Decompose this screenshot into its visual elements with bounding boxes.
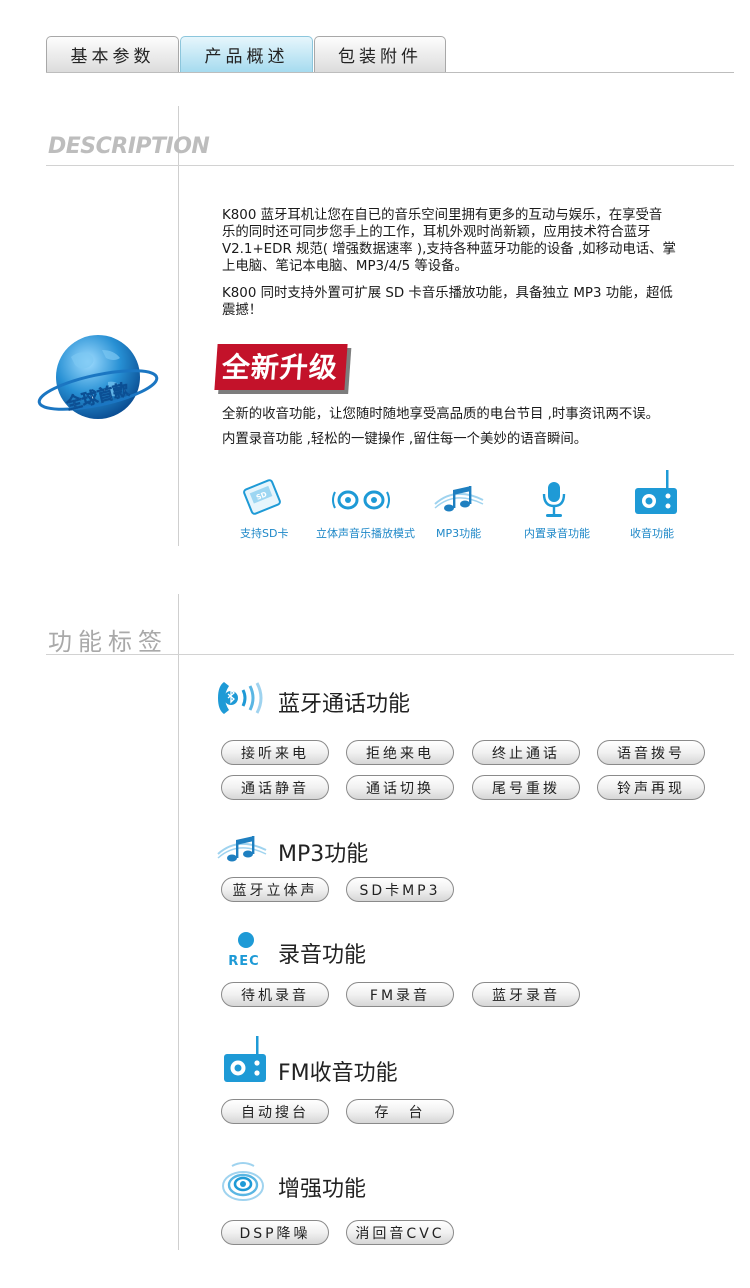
tag-call-switch: 通话切换	[346, 775, 454, 800]
radio-icon	[224, 1036, 266, 1082]
rec-icon-text: REC	[228, 954, 259, 969]
section-title-fm-radio: FM收音功能	[278, 1061, 398, 1086]
feature-recording-label: 内置录音功能	[524, 527, 590, 540]
tag-standby-record: 待机录音	[221, 982, 329, 1007]
upgrade-line-radio: 全新的收音功能，让您随时随地享受高品质的电台节目 ,时事资讯两不误。	[222, 407, 660, 422]
intro-line: 上电脑、笔记本电脑、MP3/4/5 等设备。	[222, 259, 468, 274]
tag-end-call: 终止通话	[472, 740, 580, 765]
music-notes-icon	[217, 836, 267, 862]
tag-bluetooth-stereo: 蓝牙立体声	[221, 877, 329, 902]
tab-basic-params[interactable]: 基本参数	[46, 36, 179, 72]
upgrade-banner: 全新升级	[214, 344, 348, 390]
tab-product-overview[interactable]: 产品概述	[180, 36, 313, 72]
globe-badge: 全球首款	[36, 332, 160, 426]
sound-wave-icon	[222, 1162, 264, 1201]
tag-fm-record: FM录音	[346, 982, 454, 1007]
section-title-enhancement: 增强功能	[278, 1177, 367, 1202]
sd-paragraph: K800 同时支持外置可扩展 SD 卡音乐播放功能，具备独立 MP3 功能，超低…	[222, 285, 722, 319]
tag-echo-cancellation-cvc: 消回音CVC	[346, 1220, 454, 1245]
sd-line: 震撼！	[222, 303, 263, 318]
sd-card-icon: SD	[243, 479, 281, 515]
description-heading: DESCRIPTION	[48, 134, 210, 159]
feature-sd-card: SD	[232, 478, 292, 520]
tag-bluetooth-record: 蓝牙录音	[472, 982, 580, 1007]
globe-icon: 全球首款	[37, 335, 159, 419]
radio-icon	[635, 470, 677, 514]
intro-line: V2.1+EDR 规范( 增强数据速率 ),支持各种蓝牙功能的设备 ,如移动电话…	[222, 242, 676, 257]
tag-redial: 尾号重拨	[472, 775, 580, 800]
intro-paragraph: K800 蓝牙耳机让您在自已的音乐空间里拥有更多的互动与娱乐，在享受音 乐的同时…	[222, 207, 722, 275]
tag-reject-call: 拒绝来电	[346, 740, 454, 765]
tag-ringtone-replay: 铃声再现	[597, 775, 705, 800]
tag-sd-mp3: SD卡MP3	[346, 877, 454, 902]
section-title-mp3: MP3功能	[278, 842, 369, 867]
feature-recording	[524, 480, 584, 524]
stereo-speakers-icon	[332, 490, 390, 510]
section-divider-horizontal	[46, 165, 734, 166]
feature-sd-card-label: 支持SD卡	[240, 527, 289, 540]
section-divider-vertical	[178, 594, 179, 1250]
bluetooth-phone-icon	[218, 682, 263, 714]
tag-auto-scan: 自动搜台	[221, 1099, 329, 1124]
tag-call-mute: 通话静音	[221, 775, 329, 800]
fm-radio-section-icon	[220, 1034, 270, 1088]
rec-section-icon: REC	[222, 930, 268, 970]
feature-stereo	[330, 484, 392, 518]
tag-save-station: 存 台	[346, 1099, 454, 1124]
enhancement-section-icon	[220, 1160, 266, 1210]
music-notes-icon	[434, 486, 484, 512]
intro-line: 乐的同时还可同步您手上的工作，耳机外观时尚新颖，应用技术符合蓝牙	[222, 225, 651, 240]
feature-radio	[626, 468, 686, 522]
tag-answer-call: 接听来电	[221, 740, 329, 765]
bluetooth-phone-section-icon	[214, 678, 270, 722]
section-divider-vertical	[178, 106, 179, 546]
intro-line: K800 蓝牙耳机让您在自已的音乐空间里拥有更多的互动与娱乐，在享受音	[222, 208, 663, 223]
section-title-bluetooth-call: 蓝牙通话功能	[278, 692, 411, 717]
tag-dsp-noise-reduction: DSP降噪	[221, 1220, 329, 1245]
rec-icon: REC	[228, 932, 259, 969]
mp3-section-icon	[216, 830, 270, 870]
feature-radio-label: 收音功能	[630, 527, 674, 540]
microphone-icon	[542, 482, 566, 517]
sd-line: K800 同时支持外置可扩展 SD 卡音乐播放功能，具备独立 MP3 功能，超低	[222, 286, 673, 301]
tag-voice-dial: 语音拨号	[597, 740, 705, 765]
feature-stereo-label: 立体声音乐播放模式	[316, 527, 415, 540]
feature-mp3-label: MP3功能	[436, 527, 482, 540]
tab-divider	[46, 72, 734, 73]
function-tags-heading: 功能标签	[48, 628, 168, 656]
feature-mp3	[430, 482, 490, 520]
tab-package-accessories[interactable]: 包装附件	[314, 36, 446, 72]
upgrade-line-record: 内置录音功能 ,轻松的一键操作 ,留住每一个美妙的语音瞬间。	[222, 432, 588, 447]
section-title-recording: 录音功能	[278, 943, 367, 968]
